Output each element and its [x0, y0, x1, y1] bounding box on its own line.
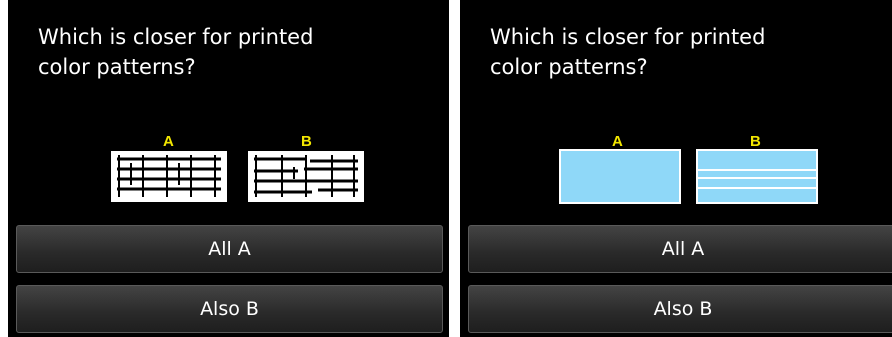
also-b-button[interactable]: Also B [468, 285, 892, 333]
all-a-button[interactable]: All A [468, 225, 892, 273]
pattern-a-bw-lines [109, 149, 229, 204]
pattern-a-label: A [163, 133, 174, 150]
screen-right: Which is closer for printed color patter… [460, 0, 892, 337]
question-text: Which is closer for printed color patter… [38, 25, 314, 79]
pattern-b-label: B [301, 133, 312, 150]
screen-left: Which is closer for printed color patter… [8, 0, 449, 337]
pattern-a-label: A [612, 133, 623, 150]
question-text: Which is closer for printed color patter… [490, 25, 766, 79]
pattern-a-color-swatch [559, 149, 681, 204]
also-b-button[interactable]: Also B [16, 285, 443, 333]
all-a-button[interactable]: All A [16, 225, 443, 273]
pattern-b-color-swatch [696, 149, 818, 204]
pattern-b-bw-lines [246, 149, 366, 204]
pattern-b-label: B [750, 133, 761, 150]
